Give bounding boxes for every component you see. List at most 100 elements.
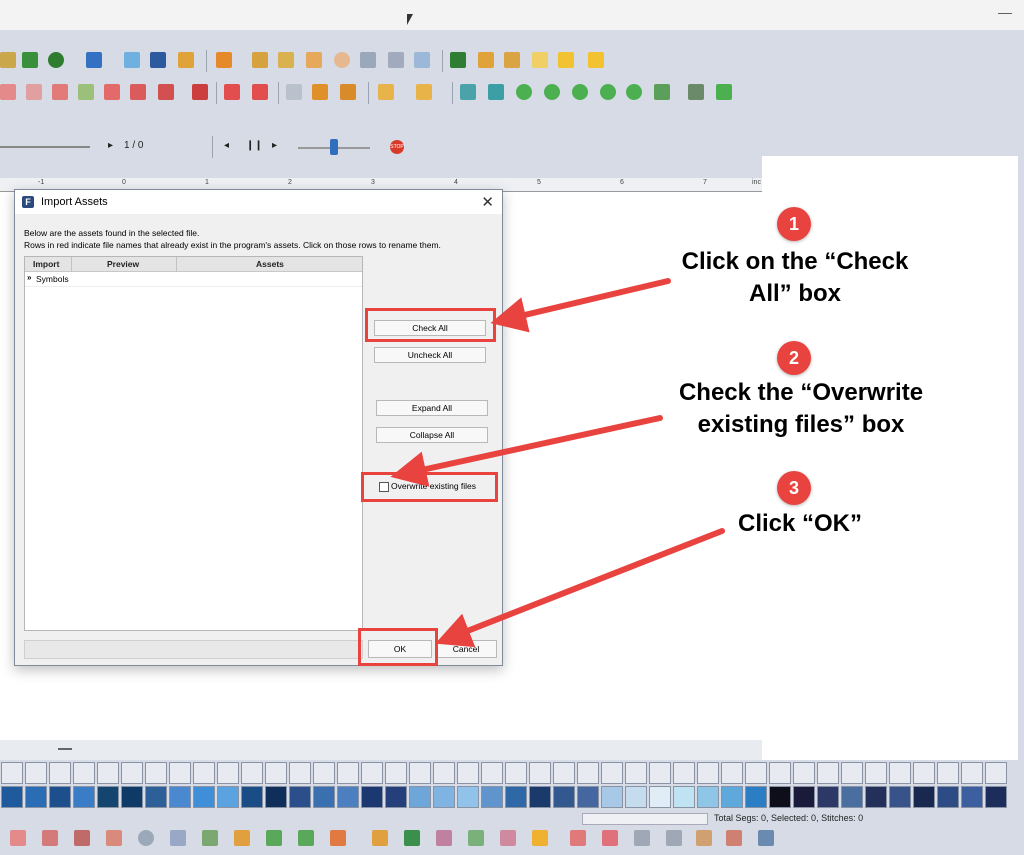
frame-stitch-icon[interactable] — [570, 830, 586, 846]
puzzle-dropdown-icon[interactable] — [588, 52, 604, 68]
color-swatch[interactable] — [817, 786, 839, 808]
assets-list[interactable]: Import Preview Assets » Symbols — [24, 256, 363, 631]
empty-swatch[interactable] — [49, 762, 71, 784]
column-header-preview[interactable]: Preview — [107, 259, 139, 269]
empty-swatch[interactable] — [313, 762, 335, 784]
color-swatch[interactable] — [625, 786, 647, 808]
magic-tool-icon[interactable] — [278, 52, 294, 68]
pause-icon[interactable]: ❙❙ — [246, 140, 263, 151]
circle-tool-icon[interactable] — [334, 52, 350, 68]
star-stitch-icon[interactable] — [532, 830, 548, 846]
tree-tool-icon[interactable] — [450, 52, 466, 68]
empty-swatch[interactable] — [913, 762, 935, 784]
color-swatch[interactable] — [553, 786, 575, 808]
envelope-tool-icon[interactable] — [192, 84, 208, 100]
ripple-fill-icon[interactable] — [106, 830, 122, 846]
empty-swatch[interactable] — [409, 762, 431, 784]
stitch6-tool-icon[interactable] — [130, 84, 146, 100]
scrollbar-grip[interactable] — [58, 748, 72, 750]
stop-icon[interactable]: STOP — [390, 140, 404, 154]
empty-swatch[interactable] — [361, 762, 383, 784]
empty-swatch[interactable] — [865, 762, 887, 784]
layer-tool-icon[interactable] — [360, 52, 376, 68]
rotate45-tool-icon[interactable] — [516, 84, 532, 100]
border-tool-icon[interactable] — [224, 84, 240, 100]
color-swatch[interactable] — [865, 786, 887, 808]
color-swatch[interactable] — [193, 786, 215, 808]
stitch4-tool-icon[interactable] — [78, 84, 94, 100]
color-swatch[interactable] — [49, 786, 71, 808]
draw-tool-icon[interactable] — [0, 52, 16, 68]
empty-swatch[interactable] — [97, 762, 119, 784]
color-swatch[interactable] — [841, 786, 863, 808]
color-swatch[interactable] — [985, 786, 1007, 808]
close-icon[interactable]: ✕ — [481, 193, 494, 211]
color-swatch[interactable] — [265, 786, 287, 808]
picture-tool-icon[interactable] — [414, 52, 430, 68]
lace-fill-icon[interactable] — [436, 830, 452, 846]
color-swatch[interactable] — [217, 786, 239, 808]
empty-swatch[interactable] — [337, 762, 359, 784]
empty-swatch[interactable] — [817, 762, 839, 784]
empty-swatch[interactable] — [673, 762, 695, 784]
stitch-tool-icon[interactable] — [0, 84, 16, 100]
rotate90-tool-icon[interactable] — [572, 84, 588, 100]
color-swatch[interactable] — [673, 786, 695, 808]
speed-slider-thumb[interactable] — [330, 139, 338, 155]
color-swatch[interactable] — [25, 786, 47, 808]
color-swatch[interactable] — [913, 786, 935, 808]
stitch7-tool-icon[interactable] — [158, 84, 174, 100]
color-swatch[interactable] — [793, 786, 815, 808]
color-swatch[interactable] — [241, 786, 263, 808]
text-tool-icon[interactable] — [758, 830, 774, 846]
color-swatch[interactable] — [361, 786, 383, 808]
color-swatch[interactable] — [337, 786, 359, 808]
empty-swatch[interactable] — [457, 762, 479, 784]
play-icon[interactable]: ▸ — [272, 140, 277, 151]
fill-tool-icon[interactable] — [48, 52, 64, 68]
color-swatch[interactable] — [937, 786, 959, 808]
grid-stitch-icon[interactable] — [634, 830, 650, 846]
tag-stitch-icon[interactable] — [696, 830, 712, 846]
rotate-tool-icon[interactable] — [626, 84, 642, 100]
wand-tool-icon[interactable] — [252, 52, 268, 68]
empty-swatch[interactable] — [385, 762, 407, 784]
progress-track[interactable] — [0, 146, 90, 148]
color-swatch[interactable] — [169, 786, 191, 808]
empty-swatch[interactable] — [265, 762, 287, 784]
empty-swatch[interactable] — [649, 762, 671, 784]
color-swatch[interactable] — [889, 786, 911, 808]
shapes-tool-icon[interactable] — [388, 52, 404, 68]
group-tool-icon[interactable] — [654, 84, 670, 100]
empty-swatch[interactable] — [217, 762, 239, 784]
column-header-import[interactable]: Import — [33, 259, 59, 269]
step-back-icon[interactable]: ◂ — [224, 140, 229, 151]
select-tool-icon[interactable] — [124, 52, 140, 68]
color-swatch[interactable] — [601, 786, 623, 808]
color-swatch[interactable] — [649, 786, 671, 808]
satin-fill-icon[interactable] — [10, 830, 26, 846]
empty-swatch[interactable] — [601, 762, 623, 784]
empty-swatch[interactable] — [529, 762, 551, 784]
boot-stitch-icon[interactable] — [726, 830, 742, 846]
color-swatch[interactable] — [121, 786, 143, 808]
empty-swatch[interactable] — [193, 762, 215, 784]
puzzle-tool-icon[interactable] — [558, 52, 574, 68]
empty-swatch[interactable] — [121, 762, 143, 784]
shape-tool-icon[interactable] — [86, 52, 102, 68]
empty-swatch[interactable] — [721, 762, 743, 784]
spiral-fill-icon[interactable] — [138, 830, 154, 846]
contour-fill-icon[interactable] — [170, 830, 186, 846]
empty-swatch[interactable] — [577, 762, 599, 784]
color-swatch[interactable] — [289, 786, 311, 808]
empty-swatch[interactable] — [553, 762, 575, 784]
color-swatch[interactable] — [481, 786, 503, 808]
grid-fill-icon[interactable] — [234, 830, 250, 846]
pen-tool-icon[interactable] — [22, 52, 38, 68]
color-swatch[interactable] — [97, 786, 119, 808]
empty-swatch[interactable] — [433, 762, 455, 784]
vertical-scrollbar[interactable] — [1018, 156, 1024, 760]
rotate-45-tool-icon[interactable] — [544, 84, 560, 100]
flip-tool-icon[interactable] — [460, 84, 476, 100]
mesh-fill-icon[interactable] — [468, 830, 484, 846]
